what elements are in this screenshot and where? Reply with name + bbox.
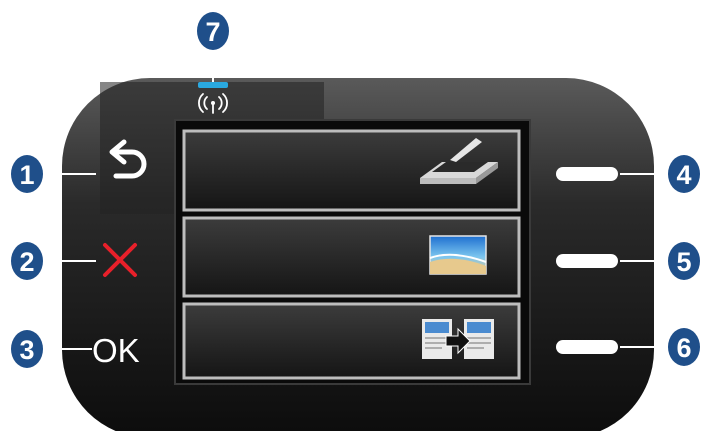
display-row-scan[interactable] xyxy=(182,129,521,212)
callout-2: 2 xyxy=(11,242,43,280)
svg-text:6: 6 xyxy=(676,333,691,363)
selection-button-bottom[interactable] xyxy=(556,340,618,354)
selection-button-middle[interactable] xyxy=(556,254,618,268)
callout-5: 5 xyxy=(668,242,700,280)
svg-text:5: 5 xyxy=(676,247,691,277)
callout-1: 1 xyxy=(11,155,43,193)
svg-text:4: 4 xyxy=(676,160,691,190)
svg-text:1: 1 xyxy=(19,160,34,190)
photo-icon xyxy=(429,235,487,275)
svg-text:7: 7 xyxy=(205,17,220,47)
wireless-light xyxy=(198,82,228,88)
svg-text:3: 3 xyxy=(19,335,34,365)
selection-button-top[interactable] xyxy=(556,167,618,181)
callout-6: 6 xyxy=(668,328,700,366)
svg-text:2: 2 xyxy=(19,247,34,277)
ok-button[interactable]: OK xyxy=(92,332,140,369)
control-panel-illustration: OK 1 2 3 4 5 6 7 xyxy=(11,12,700,431)
callout-4: 4 xyxy=(668,155,700,193)
display-row-photo[interactable] xyxy=(182,216,521,298)
callout-3: 3 xyxy=(11,330,43,368)
callout-7: 7 xyxy=(197,12,229,50)
display-row-copy[interactable] xyxy=(182,302,521,380)
